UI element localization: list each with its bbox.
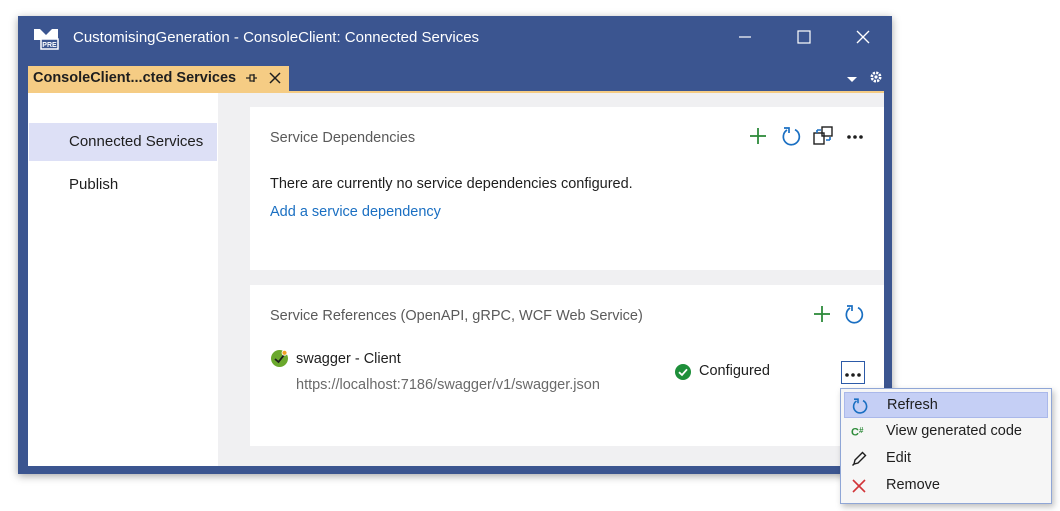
menu-item-label: Edit <box>886 450 911 466</box>
document-tab-label: ConsoleClient...cted Services <box>33 70 237 86</box>
service-reference-name: swagger - Client <box>296 351 401 367</box>
add-dependency-link[interactable]: Add a service dependency <box>270 204 441 220</box>
sidebar: Connected Services Publish <box>28 93 218 466</box>
more-options-icon[interactable] <box>844 125 866 147</box>
maximize-icon[interactable] <box>793 26 815 48</box>
reference-more-options-button[interactable] <box>841 361 865 384</box>
service-references-title: Service References (OpenAPI, gRPC, WCF W… <box>270 308 643 324</box>
close-window-icon[interactable] <box>852 26 874 48</box>
manage-connections-icon[interactable] <box>812 125 834 147</box>
context-menu: Refresh C # View generated code Edit Rem… <box>840 388 1052 504</box>
menu-item-label: Refresh <box>887 397 938 413</box>
title-bar[interactable]: PRE CustomisingGeneration - ConsoleClien… <box>18 16 892 58</box>
document-tab-strip: ConsoleClient...cted Services <box>18 58 892 92</box>
window-title: CustomisingGeneration - ConsoleClient: C… <box>73 29 480 46</box>
app-logo-label: PRE <box>42 42 57 49</box>
status-badge: Configured <box>699 363 770 379</box>
main-window: PRE CustomisingGeneration - ConsoleClien… <box>18 16 892 474</box>
document-tab[interactable]: ConsoleClient...cted Services <box>28 66 289 92</box>
service-references-card: Service References (OpenAPI, gRPC, WCF W… <box>250 285 884 446</box>
app-logo-icon: PRE <box>34 29 59 50</box>
content-area: Connected Services Publish Service Depen… <box>28 93 884 466</box>
add-reference-icon[interactable] <box>811 303 833 325</box>
more-options-icon <box>845 373 861 377</box>
remove-x-icon <box>852 479 866 493</box>
refresh-icon <box>852 398 868 414</box>
sidebar-item-publish[interactable]: Publish <box>29 166 217 204</box>
swagger-icon <box>271 349 288 367</box>
no-dependencies-message: There are currently no service dependenc… <box>270 176 633 192</box>
svg-text:C: C <box>851 427 859 439</box>
sidebar-item-label: Connected Services <box>69 133 204 150</box>
menu-item-refresh[interactable]: Refresh <box>844 392 1048 418</box>
menu-item-view-generated-code[interactable]: C # View generated code <box>844 419 1048 445</box>
gear-icon[interactable] <box>869 70 883 84</box>
pin-icon[interactable] <box>244 71 258 85</box>
menu-item-label: View generated code <box>886 423 1022 439</box>
configured-check-icon <box>675 364 691 380</box>
close-tab-icon[interactable] <box>268 71 282 85</box>
menu-item-label: Remove <box>886 477 940 493</box>
sidebar-item-label: Publish <box>69 176 119 193</box>
menu-item-edit[interactable]: Edit <box>844 446 1048 472</box>
service-reference-url: https://localhost:7186/swagger/v1/swagge… <box>296 377 600 393</box>
sidebar-item-connected-services[interactable]: Connected Services <box>29 123 217 161</box>
svg-text:#: # <box>859 426 864 435</box>
refresh-references-icon[interactable] <box>843 303 865 325</box>
tab-dropdown-icon[interactable] <box>846 74 858 84</box>
pencil-icon <box>852 451 867 466</box>
refresh-dependencies-icon[interactable] <box>780 125 802 147</box>
csharp-icon: C # <box>851 426 864 439</box>
service-dependencies-title: Service Dependencies <box>270 130 416 146</box>
add-dependency-icon[interactable] <box>747 125 769 147</box>
service-dependencies-card: Service Dependencies There are currently… <box>250 107 884 270</box>
minimize-icon[interactable] <box>734 26 756 48</box>
menu-item-remove[interactable]: Remove <box>844 473 1048 499</box>
